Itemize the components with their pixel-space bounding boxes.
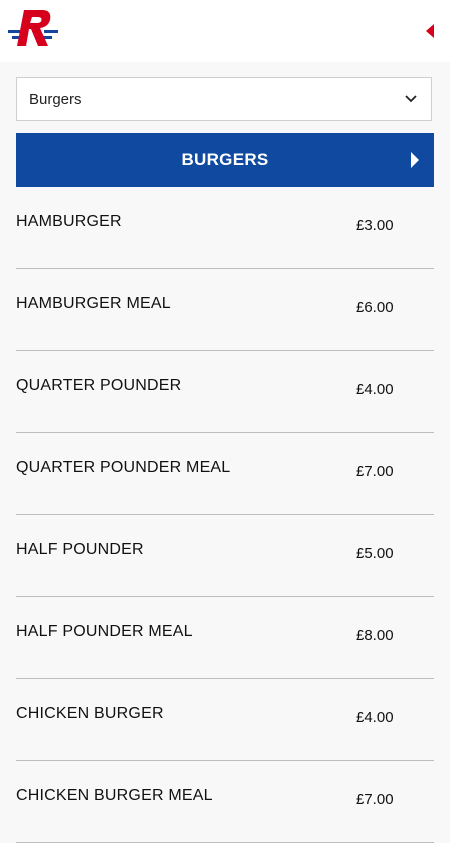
r-logo-icon[interactable] — [6, 6, 62, 50]
category-select[interactable]: Burgers — [16, 77, 432, 121]
menu-item[interactable]: CHICKEN BURGER MEAL £7.00 — [16, 761, 434, 843]
menu-list: HAMBURGER £3.00 HAMBURGER MEAL £6.00 QUA… — [16, 187, 434, 843]
category-banner[interactable]: BURGERS — [16, 133, 434, 187]
menu-item-name: QUARTER POUNDER MEAL — [16, 459, 231, 476]
menu-item-price: £6.00 — [356, 299, 394, 316]
menu-item-price: £4.00 — [356, 709, 394, 726]
menu-item-name: HALF POUNDER — [16, 541, 144, 558]
menu-item-name: QUARTER POUNDER — [16, 377, 182, 394]
menu-item-price: £4.00 — [356, 381, 394, 398]
menu-item-price: £7.00 — [356, 463, 394, 480]
menu-item[interactable]: HALF POUNDER £5.00 — [16, 515, 434, 597]
arrow-right-icon — [411, 152, 419, 168]
menu-item[interactable]: QUARTER POUNDER MEAL £7.00 — [16, 433, 434, 515]
menu-item-price: £8.00 — [356, 627, 394, 644]
menu-item[interactable]: CHICKEN BURGER £4.00 — [16, 679, 434, 761]
category-banner-title: BURGERS — [181, 150, 269, 169]
menu-item-name: HAMBURGER MEAL — [16, 295, 171, 312]
menu-item-name: HALF POUNDER MEAL — [16, 623, 193, 640]
menu-item[interactable]: HAMBURGER MEAL £6.00 — [16, 269, 434, 351]
back-triangle-icon[interactable] — [424, 22, 434, 40]
menu-item[interactable]: HALF POUNDER MEAL £8.00 — [16, 597, 434, 679]
menu-item[interactable]: HAMBURGER £3.00 — [16, 187, 434, 269]
menu-item-name: CHICKEN BURGER MEAL — [16, 787, 213, 804]
menu-item-price: £5.00 — [356, 545, 394, 562]
app-header — [0, 0, 450, 62]
menu-item-name: CHICKEN BURGER — [16, 705, 164, 722]
category-select-value: Burgers — [29, 91, 82, 108]
menu-item[interactable]: QUARTER POUNDER £4.00 — [16, 351, 434, 433]
menu-item-price: £3.00 — [356, 217, 394, 234]
chevron-down-icon — [405, 95, 417, 103]
menu-item-name: HAMBURGER — [16, 213, 122, 230]
